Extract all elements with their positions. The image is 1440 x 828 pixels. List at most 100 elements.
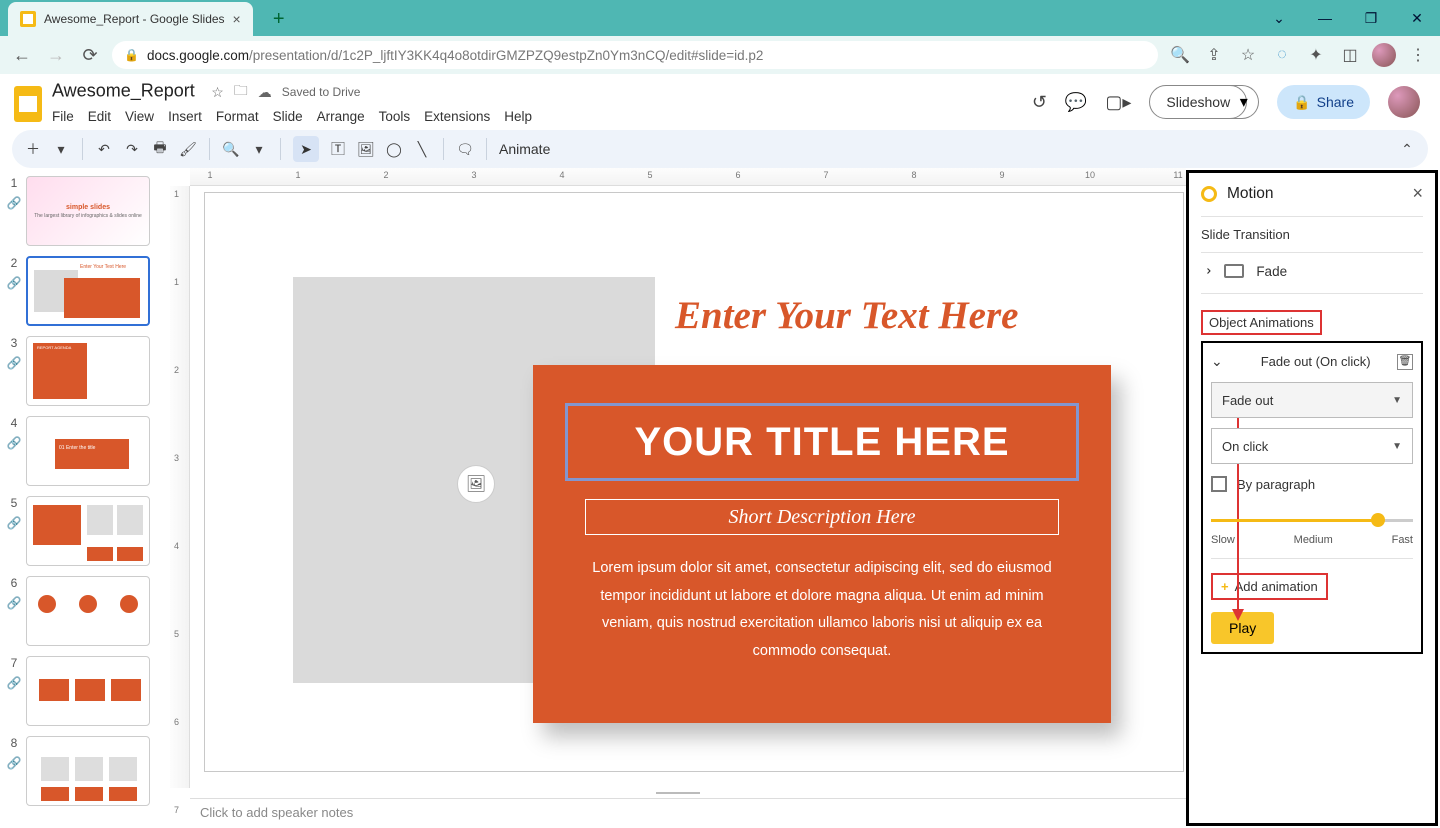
zoom-dropdown[interactable]: ▾ (250, 140, 268, 158)
speaker-notes[interactable]: Click to add speaker notes (190, 798, 1186, 828)
comments-icon[interactable]: 💬 (1065, 92, 1087, 113)
sidepanel-icon[interactable]: ◫ (1338, 43, 1362, 67)
menu-help[interactable]: Help (504, 109, 532, 124)
browser-addressbar: ← → ⟳ 🔒 docs.google.com/presentation/d/1… (0, 36, 1440, 74)
extension-icon[interactable]: ◌ (1270, 43, 1294, 67)
line-icon[interactable]: ╲ (413, 140, 431, 158)
slide[interactable]: 🖼 Enter Your Text Here YOUR TITLE HERE S… (204, 192, 1184, 772)
animation-trigger-select[interactable]: On click▼ (1211, 428, 1413, 464)
thumb-4[interactable]: 01 Enter the title (26, 416, 150, 486)
thumb-1[interactable]: simple slidesThe largest library of info… (26, 176, 150, 246)
animation-row[interactable]: ⌄ Fade out (On click) 🗑 (1211, 351, 1413, 372)
image-icon[interactable]: 🖼 (357, 140, 375, 158)
menu-arrange[interactable]: Arrange (317, 109, 365, 124)
present-cam-icon[interactable]: ▢▸ (1105, 92, 1131, 113)
kebab-menu-icon[interactable]: ⋮ (1406, 43, 1430, 67)
chevron-down-icon[interactable]: ⌄ (1256, 0, 1302, 36)
menu-format[interactable]: Format (216, 109, 259, 124)
slides-logo-icon[interactable] (14, 86, 42, 122)
new-slide-dropdown[interactable]: ▾ (52, 140, 70, 158)
thumb-8[interactable] (26, 736, 150, 806)
paint-format-icon[interactable]: 🖌 (179, 140, 197, 158)
description-box[interactable]: Short Description Here (585, 499, 1059, 535)
transition-row[interactable]: ⌄ Fade (1201, 252, 1423, 289)
new-tab-button[interactable]: + (265, 5, 293, 33)
canvas: 1 1 2 3 4 5 6 7 8 9 10 11 1 1 2 3 4 5 6 (170, 168, 1186, 828)
history-icon[interactable]: ↺ (1032, 92, 1047, 113)
ruler-vertical: 1 1 2 3 4 5 6 7 (170, 186, 190, 788)
account-avatar[interactable] (1388, 86, 1420, 118)
document-title[interactable]: Awesome_Report (52, 81, 195, 101)
zoom-icon[interactable]: 🔍 (1168, 43, 1192, 67)
share-button[interactable]: 🔒Share (1277, 85, 1370, 119)
comment-add-icon[interactable]: 🗨 (456, 140, 474, 158)
animation-label: Fade out (On click) (1261, 354, 1371, 369)
motion-panel: Motion × Slide Transition ⌄ Fade Object … (1186, 170, 1438, 826)
ruler-horizontal: 1 1 2 3 4 5 6 7 8 9 10 11 (190, 168, 1186, 186)
tab-close-icon[interactable]: × (233, 11, 241, 27)
animation-type-select[interactable]: Fade out▼ (1211, 382, 1413, 418)
slide-body[interactable]: Lorem ipsum dolor sit amet, consectetur … (581, 555, 1063, 665)
section-object-animations: Object Animations (1201, 310, 1322, 335)
menu-extensions[interactable]: Extensions (424, 109, 490, 124)
star-icon[interactable]: ☆ (211, 84, 224, 101)
reload-icon[interactable]: ⟳ (78, 43, 102, 67)
lock-icon: 🔒 (1293, 94, 1310, 111)
menu-edit[interactable]: Edit (88, 109, 111, 124)
title-box-selected[interactable]: YOUR TITLE HERE (565, 403, 1079, 481)
slide-heading[interactable]: Enter Your Text Here (675, 293, 1123, 338)
redo-icon[interactable]: ↷ (123, 140, 141, 158)
toolbar: ＋ ▾ ↶ ↷ 🖶 🖌 🔍 ▾ ➤ 🅃 🖼 ◯ ╲ 🗨 Animate ⌃ (12, 130, 1428, 168)
forward-icon[interactable]: → (44, 43, 68, 67)
chevron-right-icon: ⌄ (1199, 265, 1215, 276)
undo-icon[interactable]: ↶ (95, 140, 113, 158)
textbox-icon[interactable]: 🅃 (329, 140, 347, 158)
speed-slider[interactable] (1211, 512, 1413, 528)
new-slide-icon[interactable]: ＋ (24, 140, 42, 158)
omnibox[interactable]: 🔒 docs.google.com/presentation/d/1c2P_lj… (112, 41, 1158, 69)
menu-tools[interactable]: Tools (379, 109, 411, 124)
slide-title[interactable]: YOUR TITLE HERE (634, 420, 1009, 465)
thumb-3[interactable]: REPORT AGENDA (26, 336, 150, 406)
print-icon[interactable]: 🖶 (151, 140, 169, 158)
maximize-icon[interactable]: ❐ (1348, 0, 1394, 36)
content-card[interactable]: YOUR TITLE HERE Short Description Here L… (533, 365, 1111, 723)
tab-title: Awesome_Report - Google Slides (44, 12, 225, 26)
browser-tab[interactable]: Awesome_Report - Google Slides × (8, 2, 253, 36)
profile-avatar[interactable] (1372, 43, 1396, 67)
plus-icon: + (1221, 579, 1229, 594)
menu-file[interactable]: File (52, 109, 74, 124)
back-icon[interactable]: ← (10, 43, 34, 67)
close-window-icon[interactable]: ✕ (1394, 0, 1440, 36)
zoom-icon[interactable]: 🔍 (222, 140, 240, 158)
by-paragraph-checkbox[interactable]: By paragraph (1211, 476, 1413, 492)
menu-slide[interactable]: Slide (273, 109, 303, 124)
minimize-icon[interactable]: — (1302, 0, 1348, 36)
add-animation-button[interactable]: +Add animation (1211, 573, 1328, 600)
move-icon[interactable]: 🗀 (234, 80, 248, 104)
slides-favicon (20, 11, 36, 27)
panel-title: Motion (1227, 185, 1274, 203)
slideshow-dropdown[interactable]: ▾ (1229, 85, 1259, 119)
extensions-puzzle-icon[interactable]: ✦ (1304, 43, 1328, 67)
menu-view[interactable]: View (125, 109, 154, 124)
thumb-2[interactable]: Enter Your Text Here (26, 256, 150, 326)
thumb-7[interactable] (26, 656, 150, 726)
thumb-6[interactable] (26, 576, 150, 646)
share-page-icon[interactable]: ⇪ (1202, 43, 1226, 67)
shape-icon[interactable]: ◯ (385, 140, 403, 158)
chevron-down-icon[interactable]: ⌄ (1211, 353, 1223, 370)
insert-image-icon[interactable]: 🖼 (457, 465, 495, 503)
url: docs.google.com/presentation/d/1c2P_ljft… (147, 48, 763, 63)
slider-thumb[interactable] (1371, 513, 1385, 527)
checkbox-icon[interactable] (1211, 476, 1227, 492)
collapse-toolbar-icon[interactable]: ⌃ (1398, 140, 1416, 158)
thumb-5[interactable] (26, 496, 150, 566)
save-status: Saved to Drive (282, 85, 361, 99)
close-panel-icon[interactable]: × (1412, 183, 1423, 204)
animate-button[interactable]: Animate (499, 141, 550, 157)
menu-insert[interactable]: Insert (168, 109, 202, 124)
select-tool-icon[interactable]: ➤ (293, 136, 319, 162)
delete-animation-icon[interactable]: 🗑 (1397, 354, 1413, 370)
bookmark-icon[interactable]: ☆ (1236, 43, 1260, 67)
